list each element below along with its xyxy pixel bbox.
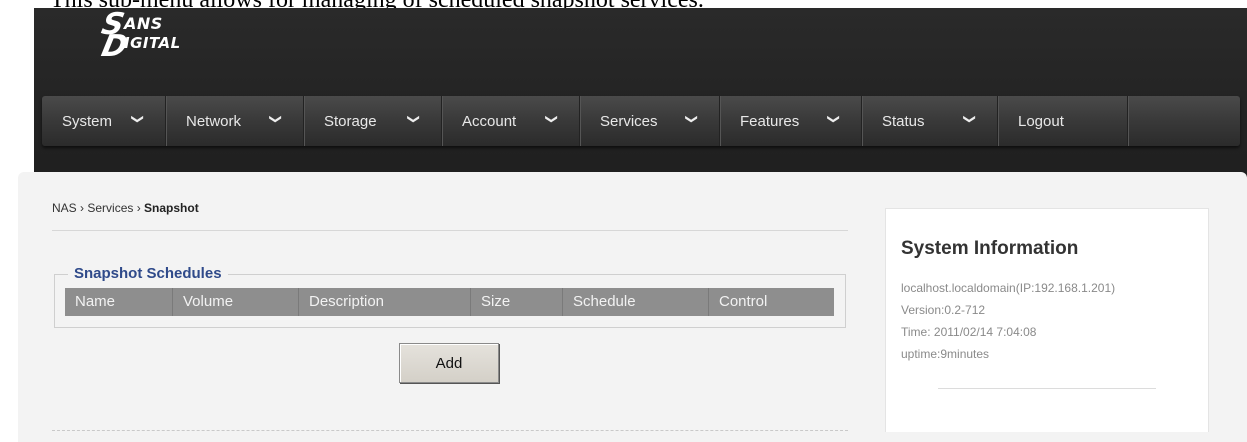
system-host: localhost.localdomain(IP:192.168.1.201) xyxy=(901,281,1116,295)
column-header-schedule: Schedule xyxy=(563,288,709,316)
breadcrumb-separator: › xyxy=(133,201,145,215)
nav-label: Account xyxy=(462,112,517,130)
column-header-volume: Volume xyxy=(173,288,299,316)
logo-text-line2: IGITAL xyxy=(124,34,181,52)
column-header-control: Control xyxy=(719,293,768,310)
add-schedule-button[interactable]: Add xyxy=(399,343,499,383)
schedules-table-header: Name Volume Description Size Schedule Co… xyxy=(65,288,834,316)
breadcrumb-separator: › xyxy=(76,201,88,215)
info-divider xyxy=(938,388,1156,389)
breadcrumb-nas[interactable]: NAS xyxy=(52,201,77,215)
nav-status[interactable]: Status ❯ xyxy=(862,96,998,146)
column-header-name: Name xyxy=(65,288,173,316)
nav-system[interactable]: System ❯ xyxy=(42,96,166,146)
system-version: Version:0.2-712 xyxy=(901,303,986,317)
chevron-down-icon: ❯ xyxy=(826,113,841,125)
nav-label: Services xyxy=(600,112,658,130)
system-uptime: uptime:9minutes xyxy=(901,347,990,361)
system-time: Time: 2011/02/14 7:04:08 xyxy=(901,325,1037,339)
nav-logout[interactable]: Logout xyxy=(998,96,1128,146)
nav-label: Storage xyxy=(324,112,377,130)
nav-label: Features xyxy=(740,112,800,130)
chevron-down-icon: ❯ xyxy=(962,113,977,125)
breadcrumb-current: Snapshot xyxy=(144,201,199,215)
nav-label: Logout xyxy=(1018,112,1064,130)
nav-services[interactable]: Services ❯ xyxy=(580,96,720,146)
nav-label: Network xyxy=(186,112,242,130)
column-header-size: Size xyxy=(471,288,563,316)
snapshot-schedules-legend: Snapshot Schedules xyxy=(68,265,228,282)
section-divider xyxy=(52,430,848,431)
nav-features[interactable]: Features ❯ xyxy=(720,96,862,146)
sans-digital-logo[interactable]: S ANS D IGITAL xyxy=(66,4,180,64)
nav-network[interactable]: Network ❯ xyxy=(166,96,304,146)
nav-account[interactable]: Account ❯ xyxy=(442,96,580,146)
nav-label: System xyxy=(62,112,113,130)
nav-label: Status xyxy=(882,112,925,130)
breadcrumb-services[interactable]: Services xyxy=(87,201,133,215)
chevron-down-icon: ❯ xyxy=(406,113,421,125)
column-header-description: Description xyxy=(299,288,471,316)
chevron-down-icon: ❯ xyxy=(268,113,283,125)
chevron-down-icon: ❯ xyxy=(130,113,145,125)
nav-storage[interactable]: Storage ❯ xyxy=(304,96,442,146)
system-information-title: System Information xyxy=(901,238,1079,259)
breadcrumb-divider xyxy=(52,230,848,231)
breadcrumb: NAS › Services › Snapshot xyxy=(52,201,199,215)
chevron-down-icon: ❯ xyxy=(684,113,699,125)
chevron-down-icon: ❯ xyxy=(544,113,559,125)
main-nav: System ❯ Network ❯ Storage ❯ Account ❯ S… xyxy=(42,96,1240,146)
